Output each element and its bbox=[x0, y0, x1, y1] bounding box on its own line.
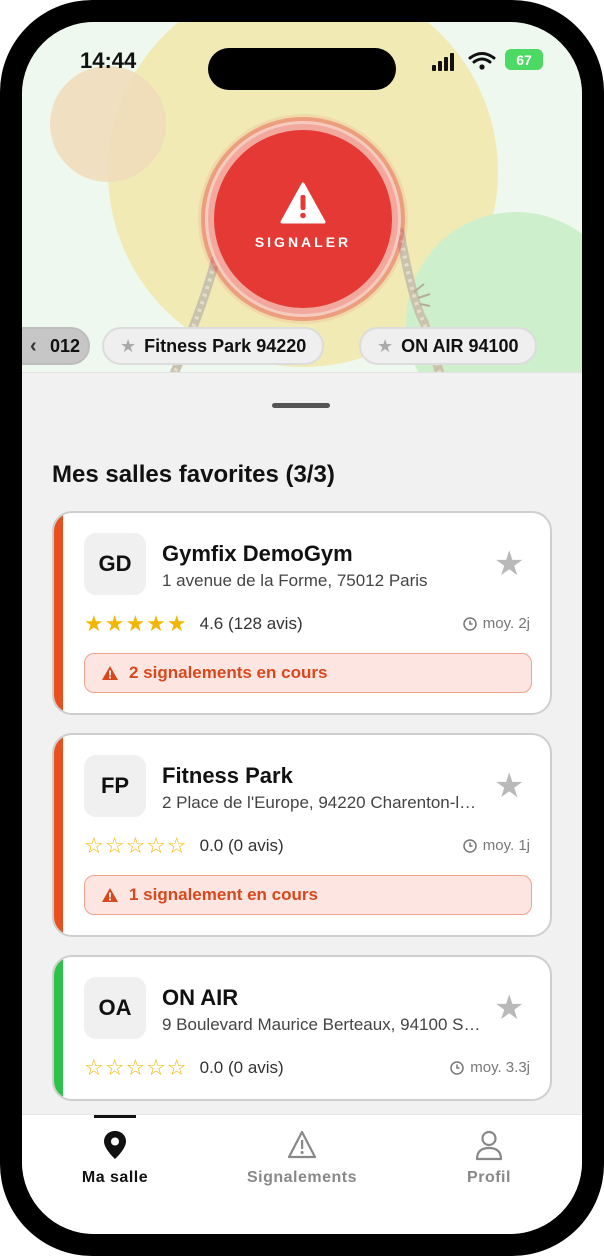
gym-address: 9 Boulevard Maurice Berteaux, 94100 Sain… bbox=[162, 1015, 482, 1034]
report-alert-badge[interactable]: 2 signalements en cours bbox=[84, 653, 532, 693]
average-time: moy. 2j bbox=[463, 615, 530, 632]
tab-bar: Ma salle Signalements Profil bbox=[22, 1114, 582, 1234]
report-button-label: SIGNALER bbox=[254, 234, 352, 250]
favorite-star-icon[interactable]: ★ bbox=[494, 547, 524, 581]
rating-text: 4.6 (128 avis) bbox=[199, 614, 303, 633]
status-time: 14:44 bbox=[80, 48, 137, 73]
average-time: moy. 3.3j bbox=[450, 1059, 530, 1076]
gym-chip-fitness-park[interactable]: ★ Fitness Park 94220 bbox=[102, 327, 325, 365]
status-bar-accent bbox=[54, 513, 63, 713]
bottom-sheet[interactable]: Mes salles favorites (3/3) GD Gymfix Dem… bbox=[22, 372, 582, 1158]
status-bar-accent bbox=[54, 957, 63, 1099]
phone-frame: SIGNALER 14:44 67 ‹ 012 ★ Fitness Park 9… bbox=[0, 0, 604, 1256]
tab-label: Signalements bbox=[246, 1169, 358, 1186]
rating-row: ☆☆☆☆☆ 0.0 (0 avis) bbox=[84, 835, 284, 857]
chip-label: 012 bbox=[50, 335, 81, 356]
favorite-star-icon[interactable]: ★ bbox=[494, 991, 524, 1025]
star-icon: ★ bbox=[120, 335, 137, 356]
gym-name: Fitness Park bbox=[162, 763, 293, 788]
chip-label: Fitness Park 94220 bbox=[144, 335, 307, 356]
warning-icon bbox=[102, 888, 118, 902]
dynamic-island bbox=[208, 48, 396, 90]
status-bar: 14:44 67 bbox=[22, 22, 582, 92]
gym-name: Gymfix DemoGym bbox=[162, 541, 353, 566]
clock-icon bbox=[463, 616, 477, 631]
alert-text: 2 signalements en cours bbox=[129, 663, 328, 682]
chevron-left-icon: ‹ bbox=[30, 335, 37, 357]
gym-address: 1 avenue de la Forme, 75012 Paris bbox=[162, 571, 428, 590]
gym-card-fitness-park[interactable]: FP Fitness Park 2 Place de l'Europe, 942… bbox=[52, 733, 552, 937]
tab-profil[interactable]: Profil bbox=[396, 1115, 582, 1215]
tab-label: Ma salle bbox=[81, 1169, 149, 1186]
user-icon bbox=[475, 1130, 503, 1161]
average-time-text: moy. 1j bbox=[482, 837, 530, 854]
warning-icon bbox=[102, 666, 118, 680]
rating-stars: ☆☆☆☆☆ bbox=[84, 1055, 188, 1080]
rating-text: 0.0 (0 avis) bbox=[199, 1058, 284, 1077]
rating-text: 0.0 (0 avis) bbox=[199, 836, 284, 855]
report-alert-badge[interactable]: 1 signalement en cours bbox=[84, 875, 532, 915]
battery-indicator: 67 bbox=[505, 49, 543, 70]
hero-map: SIGNALER 14:44 67 ‹ 012 ★ Fitness Park 9… bbox=[22, 22, 582, 372]
chip-label: ON AIR 94100 bbox=[401, 335, 519, 356]
gym-card-gymfix[interactable]: GD Gymfix DemoGym 1 avenue de la Forme, … bbox=[52, 511, 552, 715]
warning-icon bbox=[280, 182, 326, 224]
warning-icon bbox=[287, 1130, 317, 1159]
gym-chip-partial[interactable]: ‹ 012 bbox=[22, 327, 90, 365]
rating-row: ★★★★★ 4.6 (128 avis) bbox=[84, 613, 303, 635]
average-time: moy. 1j bbox=[463, 837, 530, 854]
tab-signalements[interactable]: Signalements bbox=[209, 1115, 395, 1215]
tab-ma-salle[interactable]: Ma salle bbox=[22, 1115, 208, 1215]
active-tab-indicator bbox=[94, 1115, 136, 1118]
sheet-drag-handle[interactable] bbox=[272, 403, 330, 408]
gym-avatar: GD bbox=[84, 533, 146, 595]
section-title: Mes salles favorites (3/3) bbox=[52, 461, 335, 488]
gym-avatar: FP bbox=[84, 755, 146, 817]
favorite-star-icon[interactable]: ★ bbox=[494, 769, 524, 803]
gym-name: ON AIR bbox=[162, 985, 239, 1010]
gym-chip-on-air[interactable]: ★ ON AIR 94100 bbox=[359, 327, 537, 365]
gym-avatar: OA bbox=[84, 977, 146, 1039]
alert-text: 1 signalement en cours bbox=[129, 885, 318, 904]
status-bar-accent bbox=[54, 735, 63, 935]
map-pin-icon bbox=[104, 1131, 126, 1159]
rating-stars: ☆☆☆☆☆ bbox=[84, 833, 188, 858]
gym-address: 2 Place de l'Europe, 94220 Charenton-le-… bbox=[162, 793, 482, 812]
rating-row: ☆☆☆☆☆ 0.0 (0 avis) bbox=[84, 1057, 284, 1079]
clock-icon bbox=[450, 1060, 464, 1075]
gym-card-on-air[interactable]: OA ON AIR 9 Boulevard Maurice Berteaux, … bbox=[52, 955, 552, 1101]
tab-label: Profil bbox=[467, 1169, 511, 1186]
clock-icon bbox=[463, 838, 477, 853]
screen: SIGNALER 14:44 67 ‹ 012 ★ Fitness Park 9… bbox=[22, 22, 582, 1234]
favorite-chips: ‹ 012 ★ Fitness Park 94220 ★ ON AIR 9410… bbox=[22, 327, 582, 367]
rating-stars: ★★★★★ bbox=[84, 611, 188, 636]
star-icon: ★ bbox=[377, 335, 394, 356]
average-time-text: moy. 2j bbox=[482, 615, 530, 632]
average-time-text: moy. 3.3j bbox=[470, 1059, 530, 1076]
report-button[interactable]: SIGNALER bbox=[208, 124, 398, 314]
